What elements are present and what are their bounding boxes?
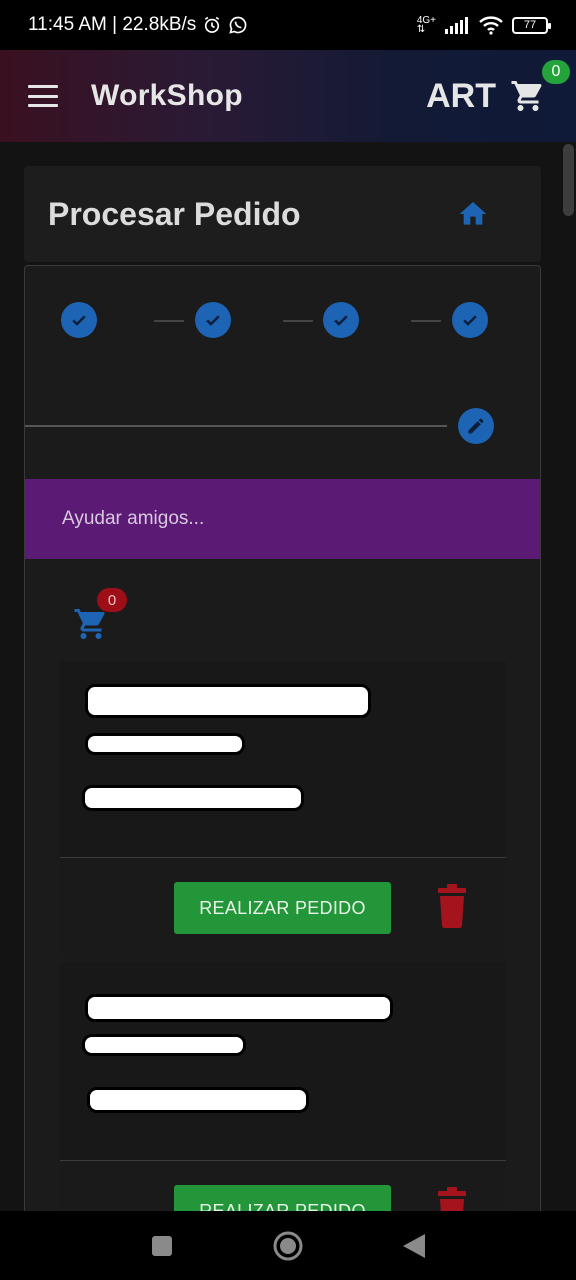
cart-icon xyxy=(74,609,105,639)
battery-level: 77 xyxy=(523,19,537,31)
recents-icon[interactable] xyxy=(144,1228,180,1264)
order-card xyxy=(60,661,506,857)
app-bar: WorkShop ART 0 xyxy=(0,50,576,142)
status-left: 11:45 AM | 22.8kB/s xyxy=(28,14,248,36)
step-4-check-icon[interactable] xyxy=(452,302,488,338)
step-3-check-icon[interactable] xyxy=(323,302,359,338)
system-nav-bar xyxy=(0,1211,576,1280)
brand-label: ART xyxy=(426,76,496,115)
step-1-check-icon[interactable] xyxy=(61,302,97,338)
network-arrows-icon: ⇅ xyxy=(416,24,426,35)
step-connector xyxy=(154,320,184,322)
redacted-text xyxy=(85,733,245,755)
redacted-text xyxy=(82,785,304,811)
order-actions: REALIZAR PEDIDO xyxy=(60,1161,506,1211)
status-bar: 11:45 AM | 22.8kB/s 4G+ ⇅ 77 xyxy=(0,0,576,50)
redacted-text xyxy=(85,994,393,1022)
battery-icon: 77 xyxy=(512,16,551,34)
mini-cart-count-badge: 0 xyxy=(97,588,127,612)
stepper xyxy=(25,266,540,376)
edit-button[interactable] xyxy=(458,408,494,444)
menu-icon[interactable] xyxy=(28,85,58,107)
content-card: Ayudar amigos... 0 REALIZAR PEDIDO REALI… xyxy=(24,265,541,1211)
cart-count-badge: 0 xyxy=(542,60,570,84)
home-nav-icon[interactable] xyxy=(270,1228,306,1264)
alarm-icon xyxy=(202,15,222,35)
place-order-button[interactable]: REALIZAR PEDIDO xyxy=(174,1185,391,1211)
step-2-check-icon[interactable] xyxy=(195,302,231,338)
cart-button[interactable]: 0 xyxy=(508,60,570,116)
scrollbar[interactable] xyxy=(563,144,574,216)
order-actions: REALIZAR PEDIDO xyxy=(60,858,506,958)
mini-cart-button[interactable] xyxy=(73,606,109,642)
cart-icon xyxy=(511,81,542,111)
back-icon[interactable] xyxy=(396,1228,432,1264)
edit-icon xyxy=(468,418,484,434)
whatsapp-icon xyxy=(228,15,248,35)
status-time-speed: 11:45 AM | 22.8kB/s xyxy=(28,14,197,35)
home-icon xyxy=(459,202,487,225)
step-connector xyxy=(283,320,313,322)
wifi-icon xyxy=(478,15,504,35)
redacted-text xyxy=(85,684,371,718)
step-connector xyxy=(411,320,441,322)
delete-icon[interactable] xyxy=(434,884,470,928)
page-title: Procesar Pedido xyxy=(48,195,301,232)
signal-icon xyxy=(444,16,470,34)
step-divider xyxy=(25,425,447,427)
network-type: 4G+ ⇅ xyxy=(416,16,436,35)
home-button[interactable] xyxy=(453,194,493,234)
status-right: 4G+ ⇅ 77 xyxy=(416,15,551,35)
place-order-button[interactable]: REALIZAR PEDIDO xyxy=(174,882,391,934)
redacted-text xyxy=(82,1034,246,1056)
redacted-text xyxy=(87,1087,309,1113)
header-card: Procesar Pedido xyxy=(24,166,541,262)
order-card xyxy=(60,962,506,1160)
help-friends-banner[interactable]: Ayudar amigos... xyxy=(25,479,540,559)
app-title: WorkShop xyxy=(91,79,243,112)
help-friends-text: Ayudar amigos... xyxy=(62,508,205,529)
delete-icon[interactable] xyxy=(434,1187,470,1211)
